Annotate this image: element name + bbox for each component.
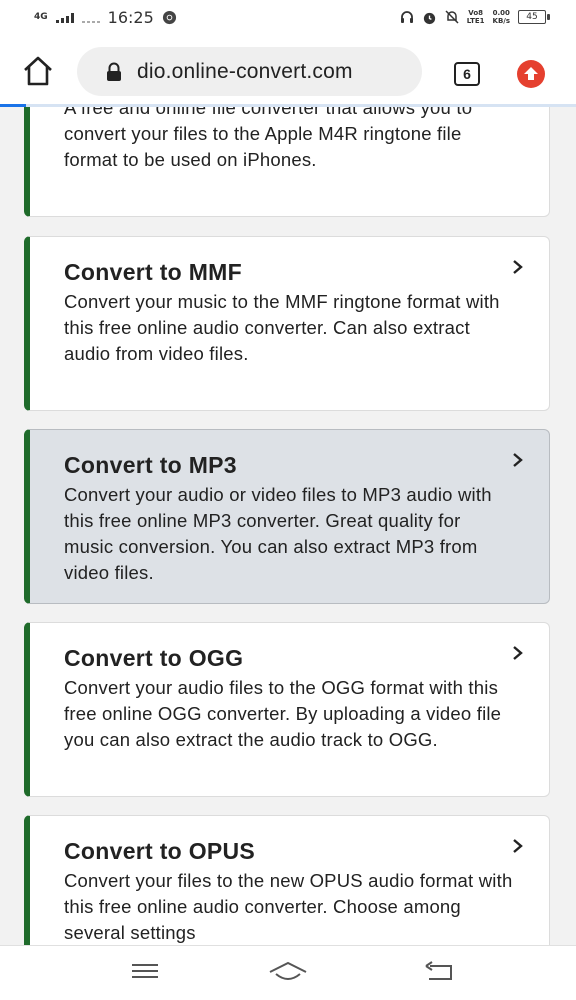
system-nav-bar [0, 945, 576, 1000]
update-button[interactable] [517, 60, 545, 88]
home-icon[interactable] [22, 56, 54, 86]
chrome-icon [162, 10, 176, 25]
card-ogg[interactable]: Convert to OGG Convert your audio files … [24, 622, 550, 797]
net-speed: 0.00 KB/s [492, 9, 510, 25]
card-description: Convert your files to the new OPUS audio… [64, 870, 513, 943]
volte-indicator: Vo8 LTE1 [466, 9, 485, 25]
status-bar: 4G 16:25 Vo8 LTE1 0.00 KB/s 45 [0, 0, 576, 36]
headphones-icon [400, 11, 413, 23]
tab-switcher-button[interactable]: 6 [454, 62, 480, 86]
signal-empty-icon [81, 20, 100, 23]
arrow-up-icon [524, 67, 538, 80]
card-mmf[interactable]: Convert to MMF Convert your music to the… [24, 236, 550, 411]
page-content[interactable]: A free and online file converter that al… [0, 107, 576, 945]
address-bar[interactable]: dio.online-convert.com [77, 47, 422, 96]
network-type: 4G [34, 12, 48, 22]
card-opus[interactable]: Convert to OPUS Convert your files to th… [24, 815, 550, 945]
card-description: Convert your audio files to the OGG form… [64, 677, 502, 750]
browser-toolbar: dio.online-convert.com 6 [0, 36, 576, 106]
card-mp3[interactable]: Convert to MP3 Convert your audio or vid… [24, 429, 550, 604]
lock-icon [107, 62, 121, 81]
alarm-icon [423, 12, 435, 24]
card-description: Convert your audio or video files to MP3… [64, 484, 492, 583]
card-description: A free and online file converter that al… [64, 107, 473, 170]
menu-icon[interactable] [131, 960, 159, 982]
url-text: dio.online-convert.com [137, 59, 353, 83]
chevron-right-icon [513, 839, 523, 853]
battery-icon: 45 [518, 10, 550, 24]
back-icon[interactable] [424, 960, 454, 982]
chevron-right-icon [513, 646, 523, 660]
mute-icon [445, 10, 459, 24]
chevron-right-icon [513, 260, 523, 274]
card-description: Convert your music to the MMF ringtone f… [64, 291, 500, 364]
card-title: Convert to MP3 [64, 452, 237, 478]
card-title: Convert to OPUS [64, 838, 256, 864]
clock: 16:25 [107, 8, 154, 27]
signal-icon [55, 12, 74, 23]
card-title: Convert to MMF [64, 259, 242, 285]
home-nav-icon[interactable] [268, 960, 308, 984]
card-title: Convert to OGG [64, 645, 244, 671]
chevron-right-icon [513, 453, 523, 467]
card-m4r[interactable]: A free and online file converter that al… [24, 107, 550, 217]
